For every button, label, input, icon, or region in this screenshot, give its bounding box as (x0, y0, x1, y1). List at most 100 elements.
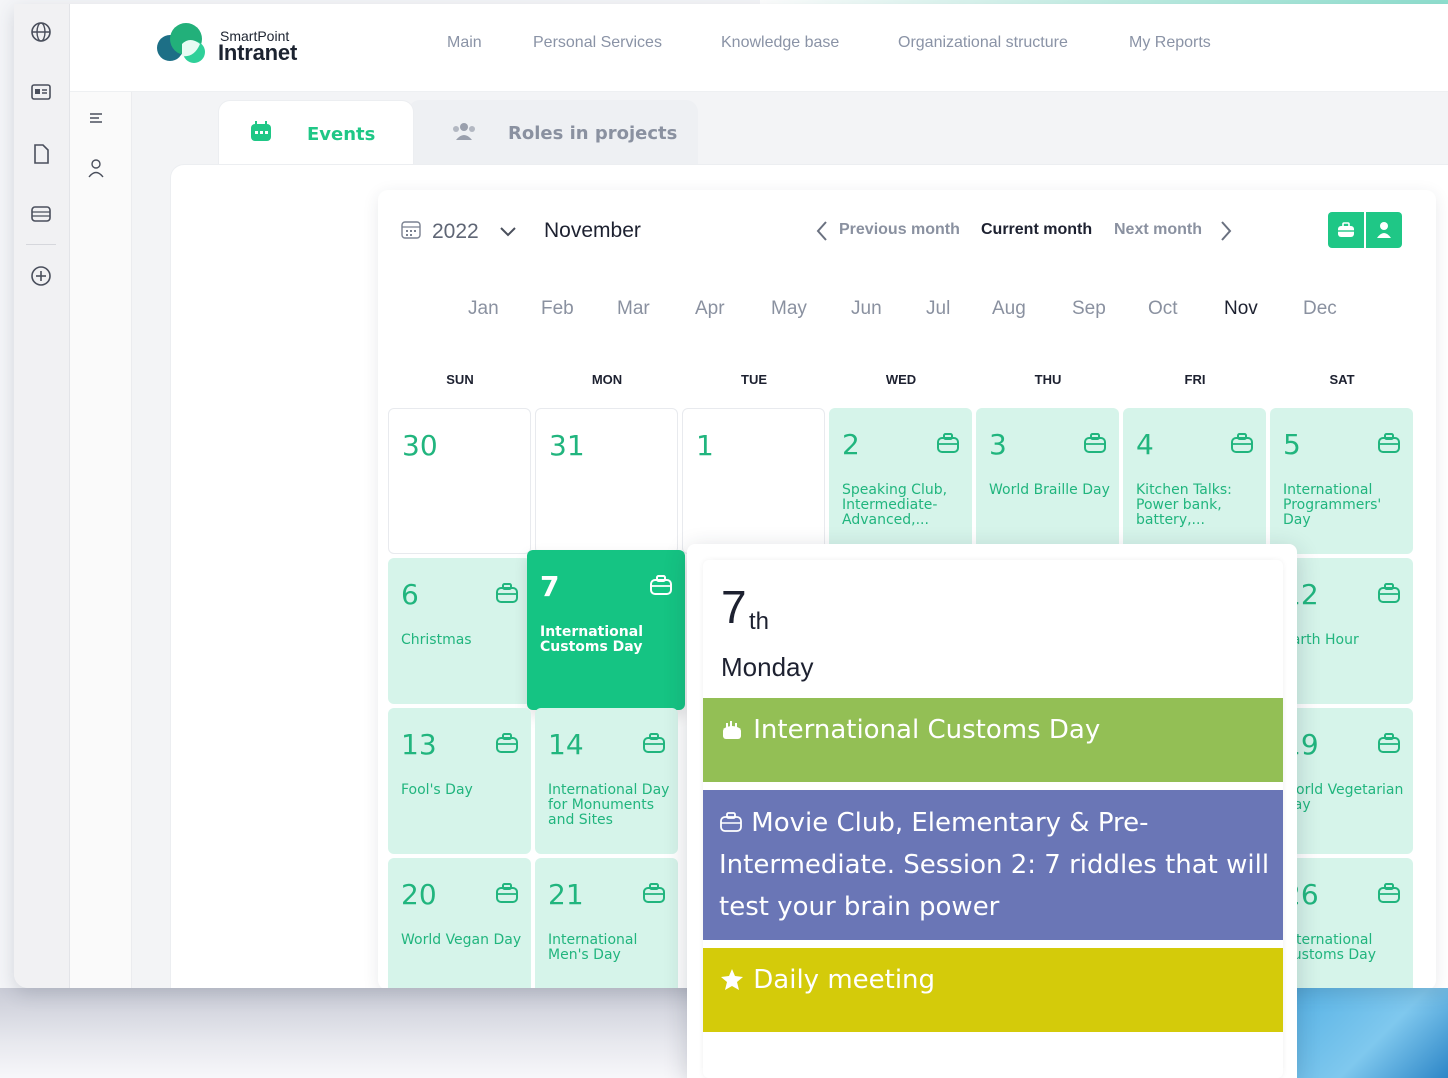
work-events-toggle[interactable] (1328, 212, 1364, 248)
briefcase-icon (1083, 432, 1107, 454)
icon-rail (14, 4, 70, 988)
tab-roles-label: Roles in projects (508, 123, 678, 144)
day-event-text: Fool's Day (401, 782, 473, 798)
day-number: 30 (402, 429, 438, 462)
event-movie-club[interactable]: Movie Club, Elementary & Pre-Intermediat… (703, 790, 1283, 940)
briefcase-icon (1377, 432, 1401, 454)
calendar-day-cell[interactable]: 31 (535, 408, 678, 554)
briefcase-icon (1230, 432, 1254, 454)
current-month-link[interactable]: Current month (981, 221, 1092, 239)
day-event-text: World Vegan Day (401, 932, 522, 948)
year-selector[interactable]: 2022 (400, 218, 517, 246)
calendar-day-cell[interactable]: 21 International Men's Day (535, 858, 678, 988)
next-month-link[interactable]: Next month (1114, 221, 1202, 239)
month-title: November (544, 219, 641, 242)
month-apr[interactable]: Apr (695, 298, 725, 320)
day-number: 2 (842, 428, 860, 461)
calendar-icon (249, 119, 273, 147)
calendar-day-cell[interactable]: 14 International Day for Monuments and Si… (535, 708, 678, 854)
nav-organizational-structure[interactable]: Organizational structure (898, 34, 1068, 52)
table-icon[interactable] (29, 202, 53, 226)
users-icon (450, 120, 478, 146)
briefcase-icon (1377, 882, 1401, 904)
previous-month-link[interactable]: Previous month (839, 221, 960, 239)
day-number: 1 (696, 429, 714, 462)
day-event-text: World Braille Day (989, 482, 1110, 498)
day-event-text: International Customs Day (1283, 932, 1377, 963)
weekday-mon: MON (591, 372, 623, 387)
star-icon (719, 965, 753, 995)
nav-my-reports[interactable]: My Reports (1129, 34, 1211, 52)
globe-icon[interactable] (29, 20, 53, 44)
month-oct[interactable]: Oct (1148, 298, 1178, 320)
day-number: 20 (401, 878, 437, 911)
event-international-customs-day[interactable]: International Customs Day (703, 698, 1283, 782)
day-event-text: International Day for Monuments and Site… (548, 782, 670, 828)
menu-icon[interactable] (84, 106, 108, 130)
calendar-day-cell[interactable]: 20 World Vegan Day (388, 858, 531, 988)
calendar-day-cell[interactable]: 4 Kitchen Talks: Power bank, battery,... (1123, 408, 1266, 554)
chevron-right-icon[interactable] (1220, 220, 1232, 246)
briefcase-icon (495, 582, 519, 604)
event-title: Movie Club, Elementary & Pre-Intermediat… (719, 808, 1270, 922)
tab-events[interactable]: Events (218, 100, 414, 166)
briefcase-icon (642, 732, 666, 754)
day-event-text: International Men's Day (548, 932, 638, 963)
calendar-day-cell[interactable]: 2 Speaking Club, Intermediate-Advanced,..… (829, 408, 972, 554)
document-icon[interactable] (29, 142, 53, 166)
month-jan[interactable]: Jan (468, 298, 499, 320)
weekday-tue: TUE (741, 372, 767, 387)
calendar-day-cell[interactable]: 1 (682, 408, 825, 554)
event-daily-meeting[interactable]: Daily meeting (703, 948, 1283, 1032)
day-number: 4 (1136, 428, 1154, 461)
nav-personal-services[interactable]: Personal Services (533, 34, 662, 52)
calendar-day-cell[interactable]: 30 (388, 408, 531, 554)
month-jun[interactable]: Jun (851, 298, 882, 320)
calendar-day-cell[interactable]: 5 International Programmers' Day (1270, 408, 1413, 554)
weekday-thu: THU (1034, 372, 1062, 387)
day-number: 31 (549, 429, 585, 462)
day-number: 7 (540, 570, 560, 603)
popup-day-suffix: th (749, 608, 770, 635)
day-event-text: Earth Hour (1283, 632, 1359, 648)
logo[interactable]: SmartPoint Intranet (156, 22, 316, 70)
calendar-day-cell[interactable]: 13 Fool's Day (388, 708, 531, 854)
month-dec[interactable]: Dec (1303, 298, 1337, 320)
month-feb[interactable]: Feb (541, 298, 574, 320)
briefcase-icon (1377, 582, 1401, 604)
year-value: 2022 (432, 220, 479, 243)
tab-events-label: Events (307, 124, 376, 145)
nav-main[interactable]: Main (447, 34, 482, 52)
month-may[interactable]: May (771, 298, 807, 320)
personal-events-toggle[interactable] (1366, 212, 1402, 248)
briefcase-icon (936, 432, 960, 454)
day-details-card: 7 th Monday International Customs Day Mo… (703, 560, 1283, 1078)
day-number: 14 (548, 728, 584, 761)
calendar-day-cell[interactable]: 7 International Customs Day (527, 550, 685, 710)
month-aug[interactable]: Aug (992, 298, 1026, 320)
news-icon[interactable] (29, 80, 53, 104)
person-icon (1377, 222, 1391, 238)
chevron-left-icon[interactable] (816, 220, 828, 246)
briefcase-icon (1338, 222, 1354, 237)
month-sep[interactable]: Sep (1072, 298, 1106, 320)
day-event-text: Christmas (401, 632, 472, 648)
tab-roles-in-projects[interactable]: Roles in projects (408, 100, 698, 166)
month-mar[interactable]: Mar (617, 298, 650, 320)
calendar-day-cell[interactable]: 3 World Braille Day (976, 408, 1119, 554)
day-details-popup: 7 th Monday International Customs Day Mo… (687, 544, 1297, 1078)
user-icon[interactable] (84, 156, 108, 180)
month-jul[interactable]: Jul (926, 298, 950, 320)
add-icon[interactable] (29, 264, 53, 288)
month-nov[interactable]: Nov (1224, 298, 1258, 320)
cake-icon (719, 715, 753, 745)
background-blue-decoration (1296, 988, 1448, 1078)
month-strip: Jan Feb Mar Apr May Jun Jul Aug Sep Oct … (378, 298, 1436, 322)
weekday-fri: FRI (1184, 372, 1206, 387)
day-number: 5 (1283, 428, 1301, 461)
calendar-day-cell[interactable]: 6 Christmas (388, 558, 531, 704)
event-title: International Customs Day (753, 715, 1101, 745)
secondary-sidebar (70, 92, 132, 988)
weekday-sat: SAT (1329, 372, 1355, 387)
nav-knowledge-base[interactable]: Knowledge base (721, 34, 839, 52)
